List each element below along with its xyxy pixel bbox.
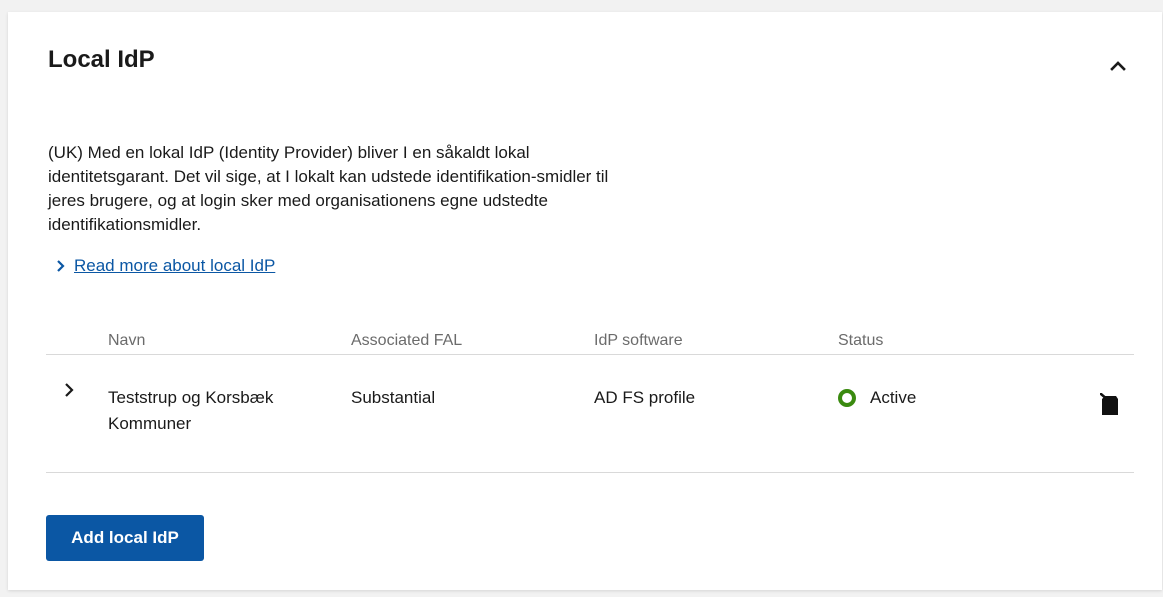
collapse-button[interactable] <box>1104 52 1132 80</box>
table-header: Navn Associated FAL IdP software Status <box>46 330 1134 355</box>
section-description: (UK) Med en lokal IdP (Identity Provider… <box>48 143 609 234</box>
column-header-fal: Associated FAL <box>351 332 463 349</box>
idp-name-line1: Teststrup og Korsbæk <box>108 388 274 407</box>
idp-name-line2: Kommuner <box>108 414 192 433</box>
idp-name: Teststrup og Korsbæk Kommuner <box>108 385 273 437</box>
table-row: Teststrup og Korsbæk Kommuner Substantia… <box>46 355 1134 473</box>
delete-button[interactable] <box>1099 392 1122 417</box>
delete-icon <box>1099 392 1118 415</box>
local-idp-card: Local IdP (UK) Med en lokal IdP (Identit… <box>8 12 1162 590</box>
read-more-link[interactable]: Read more about local IdP <box>56 256 275 276</box>
column-header-software: IdP software <box>594 332 683 349</box>
chevron-right-icon <box>65 383 74 397</box>
read-more-label[interactable]: Read more about local IdP <box>74 256 275 276</box>
idp-fal: Substantial <box>351 388 436 407</box>
chevron-right-icon <box>57 260 65 272</box>
status-dot-icon <box>838 389 856 407</box>
status-indicator: Active <box>838 385 916 411</box>
column-header-status: Status <box>838 332 884 349</box>
chevron-up-icon <box>1110 61 1126 71</box>
section-title: Local IdP <box>48 46 155 73</box>
column-header-name: Navn <box>108 332 146 349</box>
expand-row-button[interactable] <box>60 381 78 399</box>
add-local-idp-button[interactable]: Add local IdP <box>46 515 204 561</box>
idp-software: AD FS profile <box>594 388 696 407</box>
status-label: Active <box>870 388 917 407</box>
